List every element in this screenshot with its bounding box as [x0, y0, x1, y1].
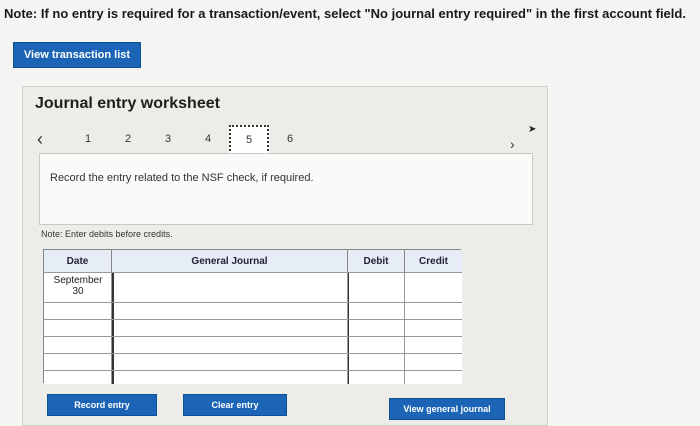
- account-input[interactable]: [112, 320, 348, 336]
- column-header-debit: Debit: [348, 250, 405, 272]
- chevron-left-icon[interactable]: ‹: [37, 129, 43, 150]
- page-4[interactable]: 4: [201, 133, 215, 145]
- credit-input[interactable]: [405, 354, 462, 370]
- table-row: [44, 302, 462, 319]
- date-value: September 30: [50, 275, 106, 297]
- view-general-journal-button[interactable]: View general journal: [389, 398, 505, 420]
- date-cell[interactable]: [44, 371, 112, 384]
- credit-input[interactable]: [405, 371, 462, 384]
- date-cell[interactable]: [44, 320, 112, 336]
- table-row: September 30: [44, 272, 462, 302]
- page-1[interactable]: 1: [81, 133, 95, 145]
- account-input[interactable]: [112, 354, 348, 370]
- debit-input[interactable]: [348, 354, 405, 370]
- account-input[interactable]: [112, 273, 348, 302]
- date-month: September: [53, 275, 103, 286]
- instruction-note: Note: If no entry is required for a tran…: [4, 6, 686, 21]
- debit-input[interactable]: [348, 273, 405, 302]
- date-cell[interactable]: [44, 354, 112, 370]
- column-header-general-journal: General Journal: [112, 250, 348, 272]
- page-5-active[interactable]: 5: [229, 125, 269, 155]
- record-entry-button[interactable]: Record entry: [47, 394, 157, 416]
- cursor-arrow-icon: ➤: [528, 124, 537, 135]
- account-input[interactable]: [112, 371, 348, 384]
- debit-input[interactable]: [348, 371, 405, 384]
- debit-input[interactable]: [348, 337, 405, 353]
- journal-entry-worksheet: Journal entry worksheet ‹ 1 2 3 4 5 6 Re…: [22, 86, 548, 426]
- page-3[interactable]: 3: [161, 133, 175, 145]
- chevron-right-icon[interactable]: ›: [510, 136, 515, 152]
- table-row: [44, 370, 462, 384]
- instruction-text: Record the entry related to the NSF chec…: [50, 172, 314, 184]
- account-input[interactable]: [112, 337, 348, 353]
- journal-table: Date General Journal Debit Credit Septem…: [43, 249, 462, 384]
- debit-input[interactable]: [348, 320, 405, 336]
- credit-input[interactable]: [405, 320, 462, 336]
- debit-input[interactable]: [348, 303, 405, 319]
- page-6[interactable]: 6: [283, 133, 297, 145]
- column-header-date: Date: [44, 250, 112, 272]
- date-cell[interactable]: September 30: [44, 273, 112, 302]
- date-cell[interactable]: [44, 303, 112, 319]
- table-row: [44, 353, 462, 370]
- instruction-box: Record the entry related to the NSF chec…: [39, 153, 533, 225]
- table-row: [44, 319, 462, 336]
- date-day: 30: [72, 286, 84, 297]
- account-input[interactable]: [112, 303, 348, 319]
- page-2[interactable]: 2: [121, 133, 135, 145]
- debits-note: Note: Enter debits before credits.: [41, 229, 173, 239]
- worksheet-title: Journal entry worksheet: [35, 95, 220, 112]
- credit-input[interactable]: [405, 273, 462, 302]
- clear-entry-button[interactable]: Clear entry: [183, 394, 287, 416]
- view-transaction-list-button[interactable]: View transaction list: [13, 42, 141, 68]
- table-row: [44, 336, 462, 353]
- credit-input[interactable]: [405, 337, 462, 353]
- column-header-credit: Credit: [405, 250, 462, 272]
- credit-input[interactable]: [405, 303, 462, 319]
- date-cell[interactable]: [44, 337, 112, 353]
